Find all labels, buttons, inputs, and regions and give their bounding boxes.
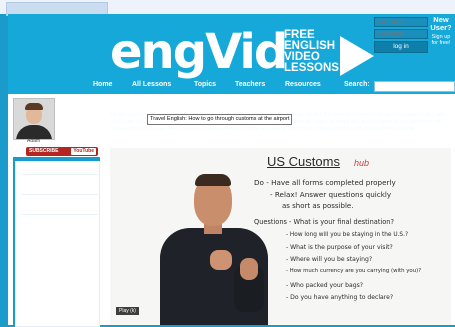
search-input[interactable] bbox=[374, 81, 455, 92]
login-form: log in bbox=[374, 17, 428, 53]
new-user-link[interactable]: New User? Sign up for free! bbox=[428, 15, 454, 47]
youtube-logo-icon: YouTube bbox=[71, 148, 96, 155]
whiteboard-line: - Where will you be staying? bbox=[286, 256, 373, 263]
subscribe-label: SUBSCRIBE bbox=[29, 148, 59, 154]
whiteboard-line: - How much currency are you carrying (wi… bbox=[286, 268, 422, 274]
sidebar-panel bbox=[15, 161, 100, 327]
teacher-categories: • 2 intermediate • culture & tips • voca… bbox=[57, 99, 107, 120]
search-label: Search: bbox=[344, 81, 370, 88]
category-link[interactable]: • vocabulary bbox=[57, 113, 107, 120]
new-user-title: New User? bbox=[430, 15, 452, 32]
whiteboard-line: - Relax! Answer questions quickly bbox=[270, 190, 392, 199]
play-button-tooltip[interactable]: Play (k) bbox=[116, 307, 139, 315]
nav-topics[interactable]: Topics bbox=[194, 81, 216, 88]
logo-tagline: FREE ENGLISH VIDEO LESSONS bbox=[284, 29, 344, 74]
whiteboard-line: - How long will you be staying in the U.… bbox=[286, 232, 409, 238]
nav-resources[interactable]: Resources bbox=[285, 81, 321, 88]
whiteboard-line: - What is the purpose of your visit? bbox=[286, 244, 393, 251]
sign-up-link[interactable]: Sign up for free! bbox=[428, 34, 454, 46]
sidebar-divider bbox=[22, 194, 98, 195]
play-arrow-logo-icon bbox=[340, 36, 374, 76]
teacher-avatar[interactable] bbox=[13, 98, 55, 140]
category-link[interactable]: • culture & tips bbox=[57, 106, 107, 113]
nav-teachers[interactable]: Teachers bbox=[235, 81, 265, 88]
category-link[interactable]: • 2 intermediate bbox=[57, 99, 107, 106]
teacher-name[interactable]: Adam bbox=[27, 138, 40, 144]
username-field[interactable] bbox=[374, 17, 428, 27]
video-player[interactable]: US Customs hub Do - Have all forms compl… bbox=[110, 148, 451, 325]
sidebar-divider bbox=[22, 214, 98, 215]
whiteboard-title: US Customs bbox=[267, 154, 340, 169]
login-button[interactable]: log in bbox=[374, 41, 428, 53]
whiteboard-hub-note: hub bbox=[354, 158, 370, 168]
lesson-title[interactable]: Travel English: How to go through custom… bbox=[111, 96, 410, 110]
tagline-line: LESSONS bbox=[284, 62, 339, 74]
sidebar-divider bbox=[22, 174, 98, 175]
nav-all-lessons[interactable]: All Lessons bbox=[132, 81, 171, 88]
left-sidebar bbox=[13, 157, 100, 327]
browser-top-strip bbox=[0, 0, 455, 16]
subscribe-button[interactable]: SUBSCRIBE YouTube bbox=[26, 147, 98, 156]
main-nav: Home All Lessons Topics Teachers Resourc… bbox=[8, 80, 455, 94]
password-field[interactable] bbox=[374, 29, 428, 39]
engvid-logo[interactable]: engVid bbox=[110, 26, 288, 78]
title-tooltip: Travel English: How to go through custom… bbox=[147, 114, 293, 125]
whiteboard-line: as short as possible. bbox=[282, 202, 354, 210]
whiteboard-line: - Who packed your bags? bbox=[286, 282, 364, 289]
teacher-in-video bbox=[148, 174, 278, 325]
nav-home[interactable]: Home bbox=[93, 81, 112, 88]
whiteboard-line: - Do you have anything to declare? bbox=[286, 294, 394, 301]
